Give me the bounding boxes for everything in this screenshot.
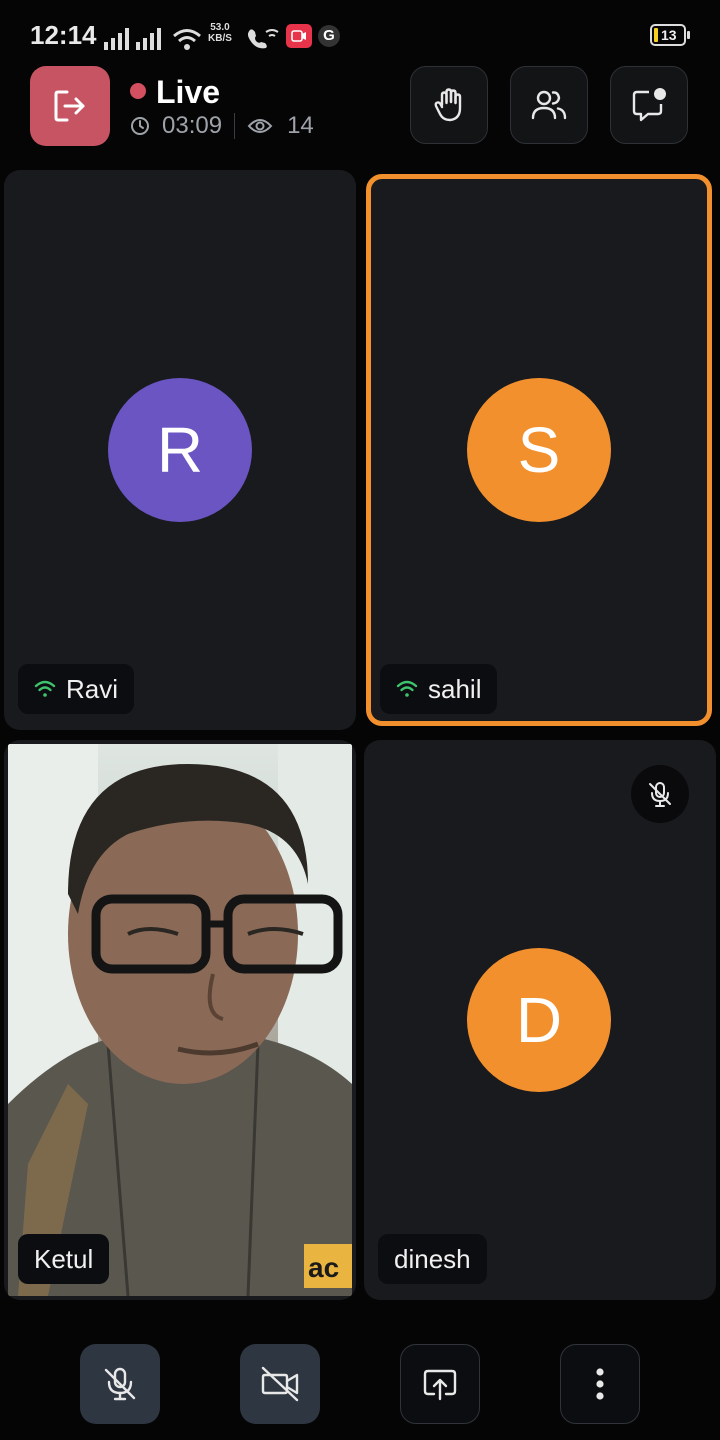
net-speed: 53.0 KB/S [208, 22, 232, 44]
participant-tile-ravi[interactable]: R Ravi [4, 170, 356, 730]
toggle-camera-button[interactable] [240, 1344, 320, 1424]
eye-icon [247, 119, 273, 133]
meeting-meta: 03:09 14 [130, 112, 314, 140]
avatar: R [108, 378, 252, 522]
viewer-count: 14 [287, 112, 314, 139]
muted-mic-badge [631, 765, 689, 823]
avatar: D [467, 948, 611, 1092]
participants-button[interactable] [510, 66, 588, 144]
participant-name: sahil [428, 673, 482, 704]
hand-icon [434, 88, 462, 122]
video-feed: ac [8, 744, 352, 1297]
participant-name: dinesh [394, 1243, 471, 1274]
toggle-mic-button[interactable] [80, 1344, 160, 1424]
cell-signal-icon [104, 22, 130, 50]
mic-off-icon [104, 1367, 136, 1401]
name-chip: Ravi [18, 664, 135, 714]
live-label: Live [156, 74, 221, 110]
participant-name: Ravi [66, 673, 119, 704]
leave-meeting-button[interactable] [30, 66, 110, 146]
wifi-signal-icon [396, 680, 418, 697]
chat-icon [632, 88, 666, 122]
status-bar: 12:14 53.0 KB/S G 13 [0, 0, 720, 72]
live-indicator-dot [130, 83, 146, 99]
video-frame-image: ac [8, 744, 352, 1297]
wifi-signal-icon [34, 680, 56, 697]
clock-icon [131, 117, 149, 135]
status-time: 12:14 [30, 20, 97, 50]
avatar: S [467, 378, 611, 522]
meeting-duration: 03:09 [162, 112, 223, 139]
participant-tile-ketul[interactable]: ac Ketul [4, 740, 356, 1300]
more-options-button[interactable] [560, 1344, 640, 1424]
mic-off-icon [649, 782, 671, 807]
participant-tile-sahil[interactable]: S sahil [366, 174, 712, 726]
screen-record-icon [286, 24, 312, 48]
battery-icon: 13 [650, 24, 690, 46]
cell-signal-icon-2 [136, 22, 162, 50]
screen-share-icon [423, 1369, 457, 1401]
chat-button[interactable] [610, 66, 688, 144]
camera-off-icon [261, 1366, 299, 1402]
wifi-icon [172, 22, 202, 50]
participant-name: Ketul [34, 1243, 94, 1274]
name-chip: dinesh [378, 1234, 487, 1284]
shirt-logo-text: ac [308, 1252, 339, 1283]
exit-icon [54, 90, 85, 122]
raise-hand-button[interactable] [410, 66, 488, 144]
users-icon [531, 90, 567, 120]
participant-tile-dinesh[interactable]: D dinesh [364, 740, 716, 1300]
screen-share-button[interactable] [400, 1344, 480, 1424]
wifi-calling-icon [246, 22, 280, 50]
name-chip: Ketul [18, 1234, 110, 1284]
name-chip: sahil [380, 664, 498, 714]
more-vertical-icon [596, 1368, 604, 1400]
google-icon: G [318, 25, 340, 47]
